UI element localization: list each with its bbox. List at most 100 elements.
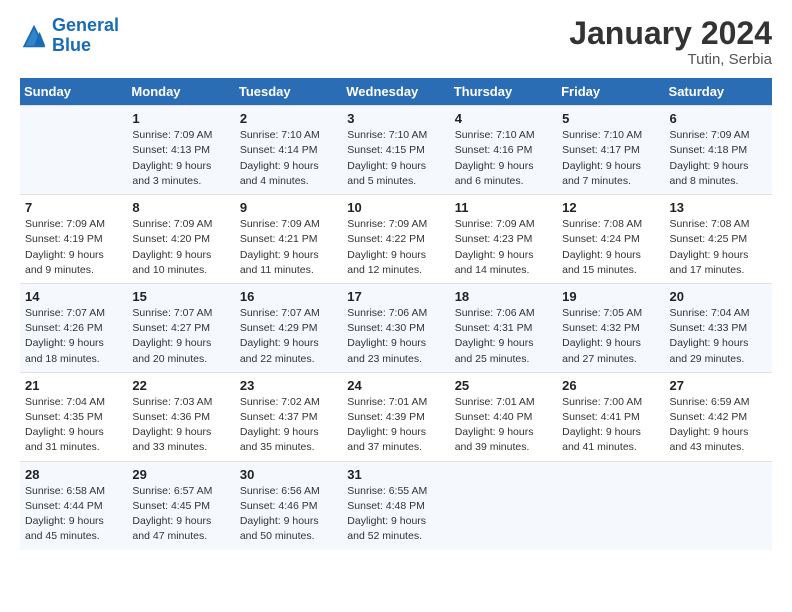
day-number: 11 bbox=[455, 200, 553, 215]
day-number: 22 bbox=[132, 378, 230, 393]
day-info: Sunrise: 7:07 AMSunset: 4:26 PMDaylight:… bbox=[25, 306, 123, 367]
weekday-thursday: Thursday bbox=[450, 78, 557, 106]
calendar-cell: 7Sunrise: 7:09 AMSunset: 4:19 PMDaylight… bbox=[20, 195, 127, 284]
day-number: 7 bbox=[25, 200, 123, 215]
calendar-cell: 5Sunrise: 7:10 AMSunset: 4:17 PMDaylight… bbox=[557, 106, 664, 195]
day-number: 27 bbox=[670, 378, 768, 393]
calendar-cell: 20Sunrise: 7:04 AMSunset: 4:33 PMDayligh… bbox=[665, 283, 772, 372]
calendar-cell: 31 Sunrise: 6:55 AMSunset: 4:48 PMDayligh… bbox=[342, 461, 449, 549]
week-row-1: 1Sunrise: 7:09 AMSunset: 4:13 PMDaylight… bbox=[20, 106, 772, 195]
day-number: 9 bbox=[240, 200, 338, 215]
calendar-cell: 22 Sunrise: 7:03 AMSunset: 4:36 PMDayligh… bbox=[127, 372, 234, 461]
week-row-5: 28 Sunrise: 6:58 AMSunset: 4:44 PMDayligh… bbox=[20, 461, 772, 549]
calendar-cell bbox=[450, 461, 557, 549]
day-number: 25 bbox=[455, 378, 553, 393]
calendar-cell: 18Sunrise: 7:06 AMSunset: 4:31 PMDayligh… bbox=[450, 283, 557, 372]
day-number: 30 bbox=[240, 467, 338, 482]
calendar-cell: 15Sunrise: 7:07 AMSunset: 4:27 PMDayligh… bbox=[127, 283, 234, 372]
day-info: Sunrise: 7:10 AMSunset: 4:14 PMDaylight:… bbox=[240, 128, 338, 189]
day-number: 31 bbox=[347, 467, 445, 482]
weekday-tuesday: Tuesday bbox=[235, 78, 342, 106]
day-number: 12 bbox=[562, 200, 660, 215]
logo: General Blue bbox=[20, 16, 119, 56]
day-info: Sunrise: 7:09 AMSunset: 4:21 PMDaylight:… bbox=[240, 217, 338, 278]
day-number: 4 bbox=[455, 111, 553, 126]
day-number: 13 bbox=[670, 200, 768, 215]
calendar-cell: 1Sunrise: 7:09 AMSunset: 4:13 PMDaylight… bbox=[127, 106, 234, 195]
calendar-cell: 30 Sunrise: 6:56 AMSunset: 4:46 PMDayligh… bbox=[235, 461, 342, 549]
calendar-cell: 26 Sunrise: 7:00 AMSunset: 4:41 PMDayligh… bbox=[557, 372, 664, 461]
day-number: 28 bbox=[25, 467, 123, 482]
day-info: Sunrise: 7:03 AMSunset: 4:36 PMDaylight:… bbox=[132, 395, 230, 456]
day-number: 3 bbox=[347, 111, 445, 126]
weekday-wednesday: Wednesday bbox=[342, 78, 449, 106]
calendar-cell: 13Sunrise: 7:08 AMSunset: 4:25 PMDayligh… bbox=[665, 195, 772, 284]
day-number: 21 bbox=[25, 378, 123, 393]
day-info: Sunrise: 7:09 AMSunset: 4:18 PMDaylight:… bbox=[670, 128, 768, 189]
day-info: Sunrise: 7:04 AMSunset: 4:33 PMDaylight:… bbox=[670, 306, 768, 367]
day-number: 29 bbox=[132, 467, 230, 482]
calendar-cell: 8 Sunrise: 7:09 AMSunset: 4:20 PMDaylight… bbox=[127, 195, 234, 284]
day-info: Sunrise: 7:00 AMSunset: 4:41 PMDaylight:… bbox=[562, 395, 660, 456]
weekday-saturday: Saturday bbox=[665, 78, 772, 106]
page: General Blue January 2024 Tutin, Serbia … bbox=[0, 0, 792, 612]
day-info: Sunrise: 7:07 AMSunset: 4:27 PMDaylight:… bbox=[132, 306, 230, 367]
calendar-cell: 21 Sunrise: 7:04 AMSunset: 4:35 PMDayligh… bbox=[20, 372, 127, 461]
day-number: 19 bbox=[562, 289, 660, 304]
weekday-monday: Monday bbox=[127, 78, 234, 106]
day-number: 23 bbox=[240, 378, 338, 393]
day-info: Sunrise: 7:01 AMSunset: 4:40 PMDaylight:… bbox=[455, 395, 553, 456]
day-info: Sunrise: 7:06 AMSunset: 4:31 PMDaylight:… bbox=[455, 306, 553, 367]
day-info: Sunrise: 7:10 AMSunset: 4:16 PMDaylight:… bbox=[455, 128, 553, 189]
calendar-cell: 12 Sunrise: 7:08 AMSunset: 4:24 PMDayligh… bbox=[557, 195, 664, 284]
day-info: Sunrise: 6:55 AMSunset: 4:48 PMDaylight:… bbox=[347, 484, 445, 545]
day-info: Sunrise: 7:01 AMSunset: 4:39 PMDaylight:… bbox=[347, 395, 445, 456]
calendar-table: SundayMondayTuesdayWednesdayThursdayFrid… bbox=[20, 78, 772, 549]
logo-general: General bbox=[52, 15, 119, 35]
logo-icon bbox=[20, 22, 48, 50]
calendar-cell: 3 Sunrise: 7:10 AMSunset: 4:15 PMDaylight… bbox=[342, 106, 449, 195]
calendar-cell: 23 Sunrise: 7:02 AMSunset: 4:37 PMDayligh… bbox=[235, 372, 342, 461]
day-info: Sunrise: 7:09 AMSunset: 4:13 PMDaylight:… bbox=[132, 128, 230, 189]
weekday-friday: Friday bbox=[557, 78, 664, 106]
day-number: 6 bbox=[670, 111, 768, 126]
day-info: Sunrise: 7:08 AMSunset: 4:24 PMDaylight:… bbox=[562, 217, 660, 278]
day-number: 14 bbox=[25, 289, 123, 304]
calendar-cell: 11 Sunrise: 7:09 AMSunset: 4:23 PMDayligh… bbox=[450, 195, 557, 284]
day-info: Sunrise: 7:05 AMSunset: 4:32 PMDaylight:… bbox=[562, 306, 660, 367]
day-info: Sunrise: 7:04 AMSunset: 4:35 PMDaylight:… bbox=[25, 395, 123, 456]
calendar-cell: 16Sunrise: 7:07 AMSunset: 4:29 PMDayligh… bbox=[235, 283, 342, 372]
title-block: January 2024 Tutin, Serbia bbox=[569, 16, 772, 68]
day-info: Sunrise: 7:09 AMSunset: 4:20 PMDaylight:… bbox=[132, 217, 230, 278]
day-number: 16 bbox=[240, 289, 338, 304]
calendar-cell: 14 Sunrise: 7:07 AMSunset: 4:26 PMDayligh… bbox=[20, 283, 127, 372]
calendar-cell: 25 Sunrise: 7:01 AMSunset: 4:40 PMDayligh… bbox=[450, 372, 557, 461]
logo-text: General Blue bbox=[52, 16, 119, 56]
calendar-cell bbox=[557, 461, 664, 549]
day-info: Sunrise: 6:56 AMSunset: 4:46 PMDaylight:… bbox=[240, 484, 338, 545]
month-title: January 2024 bbox=[569, 16, 772, 51]
calendar-cell: 19 Sunrise: 7:05 AMSunset: 4:32 PMDayligh… bbox=[557, 283, 664, 372]
calendar-cell: 4 Sunrise: 7:10 AMSunset: 4:16 PMDaylight… bbox=[450, 106, 557, 195]
calendar-cell bbox=[665, 461, 772, 549]
calendar-cell: 10Sunrise: 7:09 AMSunset: 4:22 PMDayligh… bbox=[342, 195, 449, 284]
day-info: Sunrise: 7:10 AMSunset: 4:15 PMDaylight:… bbox=[347, 128, 445, 189]
week-row-2: 7Sunrise: 7:09 AMSunset: 4:19 PMDaylight… bbox=[20, 195, 772, 284]
day-info: Sunrise: 7:09 AMSunset: 4:23 PMDaylight:… bbox=[455, 217, 553, 278]
day-info: Sunrise: 6:58 AMSunset: 4:44 PMDaylight:… bbox=[25, 484, 123, 545]
day-number: 26 bbox=[562, 378, 660, 393]
day-info: Sunrise: 7:06 AMSunset: 4:30 PMDaylight:… bbox=[347, 306, 445, 367]
day-info: Sunrise: 7:10 AMSunset: 4:17 PMDaylight:… bbox=[562, 128, 660, 189]
day-info: Sunrise: 6:57 AMSunset: 4:45 PMDaylight:… bbox=[132, 484, 230, 545]
calendar-cell: 24 Sunrise: 7:01 AMSunset: 4:39 PMDayligh… bbox=[342, 372, 449, 461]
day-number: 2 bbox=[240, 111, 338, 126]
day-info: Sunrise: 6:59 AMSunset: 4:42 PMDaylight:… bbox=[670, 395, 768, 456]
calendar-cell: 28 Sunrise: 6:58 AMSunset: 4:44 PMDayligh… bbox=[20, 461, 127, 549]
day-number: 24 bbox=[347, 378, 445, 393]
header: General Blue January 2024 Tutin, Serbia bbox=[20, 16, 772, 68]
week-row-4: 21 Sunrise: 7:04 AMSunset: 4:35 PMDayligh… bbox=[20, 372, 772, 461]
calendar-cell: 6 Sunrise: 7:09 AMSunset: 4:18 PMDaylight… bbox=[665, 106, 772, 195]
day-number: 8 bbox=[132, 200, 230, 215]
day-info: Sunrise: 7:02 AMSunset: 4:37 PMDaylight:… bbox=[240, 395, 338, 456]
weekday-header-row: SundayMondayTuesdayWednesdayThursdayFrid… bbox=[20, 78, 772, 106]
